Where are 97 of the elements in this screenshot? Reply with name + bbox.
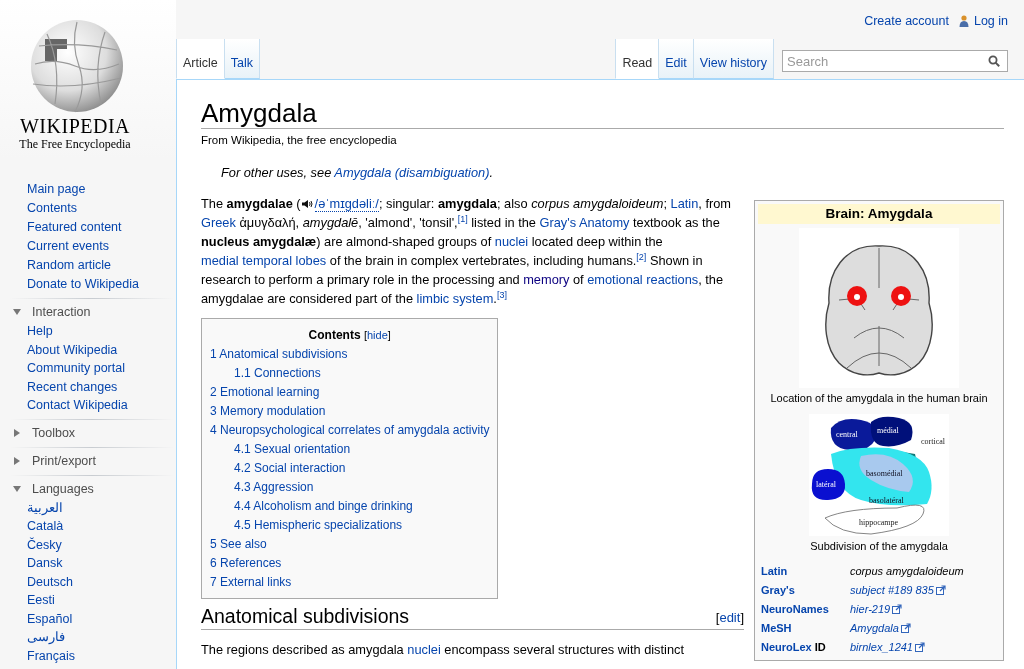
infobox-title: Brain: Amygdala [758, 204, 1000, 224]
section-paragraph: The regions described as amygdala nuclei encompass several structures with distinct [201, 641, 685, 659]
infobox-label: ID [813, 641, 826, 653]
toc-link[interactable]: 4.4 Alcoholism and binge drinking [210, 497, 490, 516]
toc-link[interactable]: 4.3 Aggression [210, 478, 490, 497]
view-tab[interactable]: Read [615, 39, 660, 79]
toc-title: Contents [308, 328, 361, 342]
text-link[interactable]: Gray's Anatomy [539, 215, 630, 230]
logo-tagline: The Free Encyclopedia [19, 137, 131, 151]
toc-link[interactable]: 5 See also [210, 535, 490, 554]
toc-toggle-link[interactable]: hide [367, 329, 388, 341]
expand-triangle-icon[interactable] [12, 455, 22, 466]
intro-paragraph: The amygdalae ( /əˈmɪɡdəliː/; singular: amygdala; also corpus amygdaloideum; Latin, from Greek ἀμυγδαλή, amygdalē, 'almond', 'tonsil',$^{[1]}$ listed in the Gray's Anatomy textbook as the nucleus amygdalæ) are almond-shaped groups of nuclei located deep within the medial temporal lobes of the brain in complex vertebrates, including humans.$^{[2]}$ Shown in research to perform a primary role in the processing and memory of emotional reactions, the amygdalae are considered part of the limbic system.$^{[3]}$ [201, 195, 733, 308]
external-link-icon [892, 604, 903, 614]
infobox-label-link[interactable]: MeSH [761, 622, 792, 634]
toc-link[interactable]: 1 Anatomical subdivisions [210, 345, 490, 364]
infobox-label-link[interactable]: Gray's [761, 584, 795, 596]
nav-link[interactable]: Main page [27, 180, 176, 199]
diagram-label: médial [877, 426, 899, 435]
section-heading: Anatomical subdivisions [201, 604, 410, 629]
toc-link[interactable]: 3 Memory modulation [210, 402, 490, 421]
diagram-label: cortical [921, 437, 945, 446]
bracket: [ [715, 610, 720, 625]
toc-link[interactable]: 7 External links [210, 573, 490, 592]
text-link[interactable]: nuclei [407, 642, 441, 657]
image-caption: Location of the amygdala in the human brain [770, 391, 988, 406]
portlet-link[interactable]: About Wikipedia [27, 340, 174, 359]
diagram-label: basolatéral [869, 496, 904, 505]
infobox-value-link[interactable]: Amygdala [850, 622, 899, 634]
infobox-label-link[interactable]: NeuroLex [761, 641, 812, 653]
nav-link[interactable]: Random article [27, 256, 176, 275]
edit-link[interactable]: edit [719, 610, 741, 625]
portlet-link[interactable]: Eesti [27, 591, 174, 610]
nav-link[interactable]: Current events [27, 237, 176, 256]
external-link-icon [935, 585, 946, 595]
infobox-label-link[interactable]: Latin [761, 565, 788, 577]
expand-triangle-icon[interactable] [12, 427, 22, 438]
external-link-icon [900, 623, 911, 633]
diagram-caption: Subdivision of the amygdala [810, 539, 948, 554]
bracket: ] [387, 329, 391, 341]
portlet-link[interactable]: Català [27, 517, 174, 536]
text-link[interactable]: nuclei [494, 234, 529, 249]
collapse-triangle-icon[interactable] [12, 307, 22, 317]
diagram-label: hippocampe [859, 518, 899, 527]
search-field[interactable]: Search [782, 50, 1008, 72]
diagram-label: central [836, 430, 858, 439]
nav-link[interactable]: Contents [27, 199, 176, 218]
portlet-link[interactable]: فارسی [27, 628, 174, 647]
wordmark: WIKIPEDIA [20, 115, 130, 137]
portlet-link[interactable]: Contact Wikipedia [27, 396, 174, 415]
text-link[interactable]: memory [523, 272, 570, 287]
search-icon[interactable] [988, 55, 1000, 67]
portlet-link[interactable]: Français [27, 646, 174, 665]
account-link[interactable]: Log in [973, 14, 1008, 28]
toc-link[interactable]: 4.5 Hemispheric specializations [210, 516, 490, 535]
toc-link[interactable]: 4 Neuropsychological correlates of amygdala activity [210, 421, 490, 440]
portlet-link[interactable]: Español [27, 609, 174, 628]
bracket: ] [740, 610, 744, 625]
infobox-value: corpus amygdaloideum [850, 565, 964, 577]
view-tab[interactable]: View history [693, 39, 774, 79]
collapse-triangle-icon[interactable] [12, 483, 22, 494]
page-title: Amygdala [201, 98, 1004, 129]
toc-link[interactable]: 4.2 Social interaction [210, 459, 490, 478]
infobox-value-link[interactable]: birnlex_1241 [850, 641, 913, 653]
text-link[interactable]: medial temporal lobes [201, 253, 327, 268]
view-tab[interactable]: Edit [659, 39, 694, 79]
nav-link[interactable]: Featured content [27, 218, 176, 237]
toc-link[interactable]: 1.1 Connections [210, 364, 490, 383]
namespace-tab[interactable]: Talk [224, 39, 260, 79]
portlet-link[interactable]: Dansk [27, 554, 174, 573]
citation-link[interactable]: [3] [496, 289, 507, 300]
namespace-tab[interactable]: Article [176, 39, 225, 79]
portlet-link[interactable]: Help [27, 322, 174, 341]
text-link[interactable]: Greek [201, 215, 236, 230]
portlet-link[interactable]: Community portal [27, 359, 174, 378]
toc-link[interactable]: 6 References [210, 554, 490, 573]
infobox-label-link[interactable]: NeuroNames [761, 603, 829, 615]
portlet-link[interactable]: Recent changes [27, 377, 174, 396]
portlet-link[interactable]: العربية [27, 498, 174, 517]
speaker-icon[interactable] [300, 199, 313, 209]
pronunciation-link[interactable]: /əˈmɪɡdəliː/ [314, 196, 379, 212]
portlet-link[interactable]: Deutsch [27, 572, 174, 591]
hatnote: For other uses, see Amygdala (disambiguation). [220, 164, 494, 182]
toc-link[interactable]: 4.1 Sexual orientation [210, 440, 490, 459]
site-tagline: From Wikipedia, the free encyclopedia [201, 133, 398, 148]
toc-link[interactable]: 2 Emotional learning [210, 383, 490, 402]
diagram-label: basomédial [866, 469, 903, 478]
account-link[interactable]: Create account [864, 14, 949, 28]
portlet-link[interactable]: Česky [27, 535, 174, 554]
diagram-label: latéral [816, 480, 836, 489]
infobox-value-link[interactable]: subject #189 835 [850, 584, 934, 596]
external-link-icon [915, 642, 925, 652]
infobox-value-link[interactable]: hier-219 [850, 603, 891, 615]
citation-link[interactable]: [2] [636, 251, 647, 262]
nav-link[interactable]: Donate to Wikipedia [27, 275, 176, 294]
bracket: [ [363, 329, 367, 341]
citation-link[interactable]: [1] [457, 213, 468, 224]
